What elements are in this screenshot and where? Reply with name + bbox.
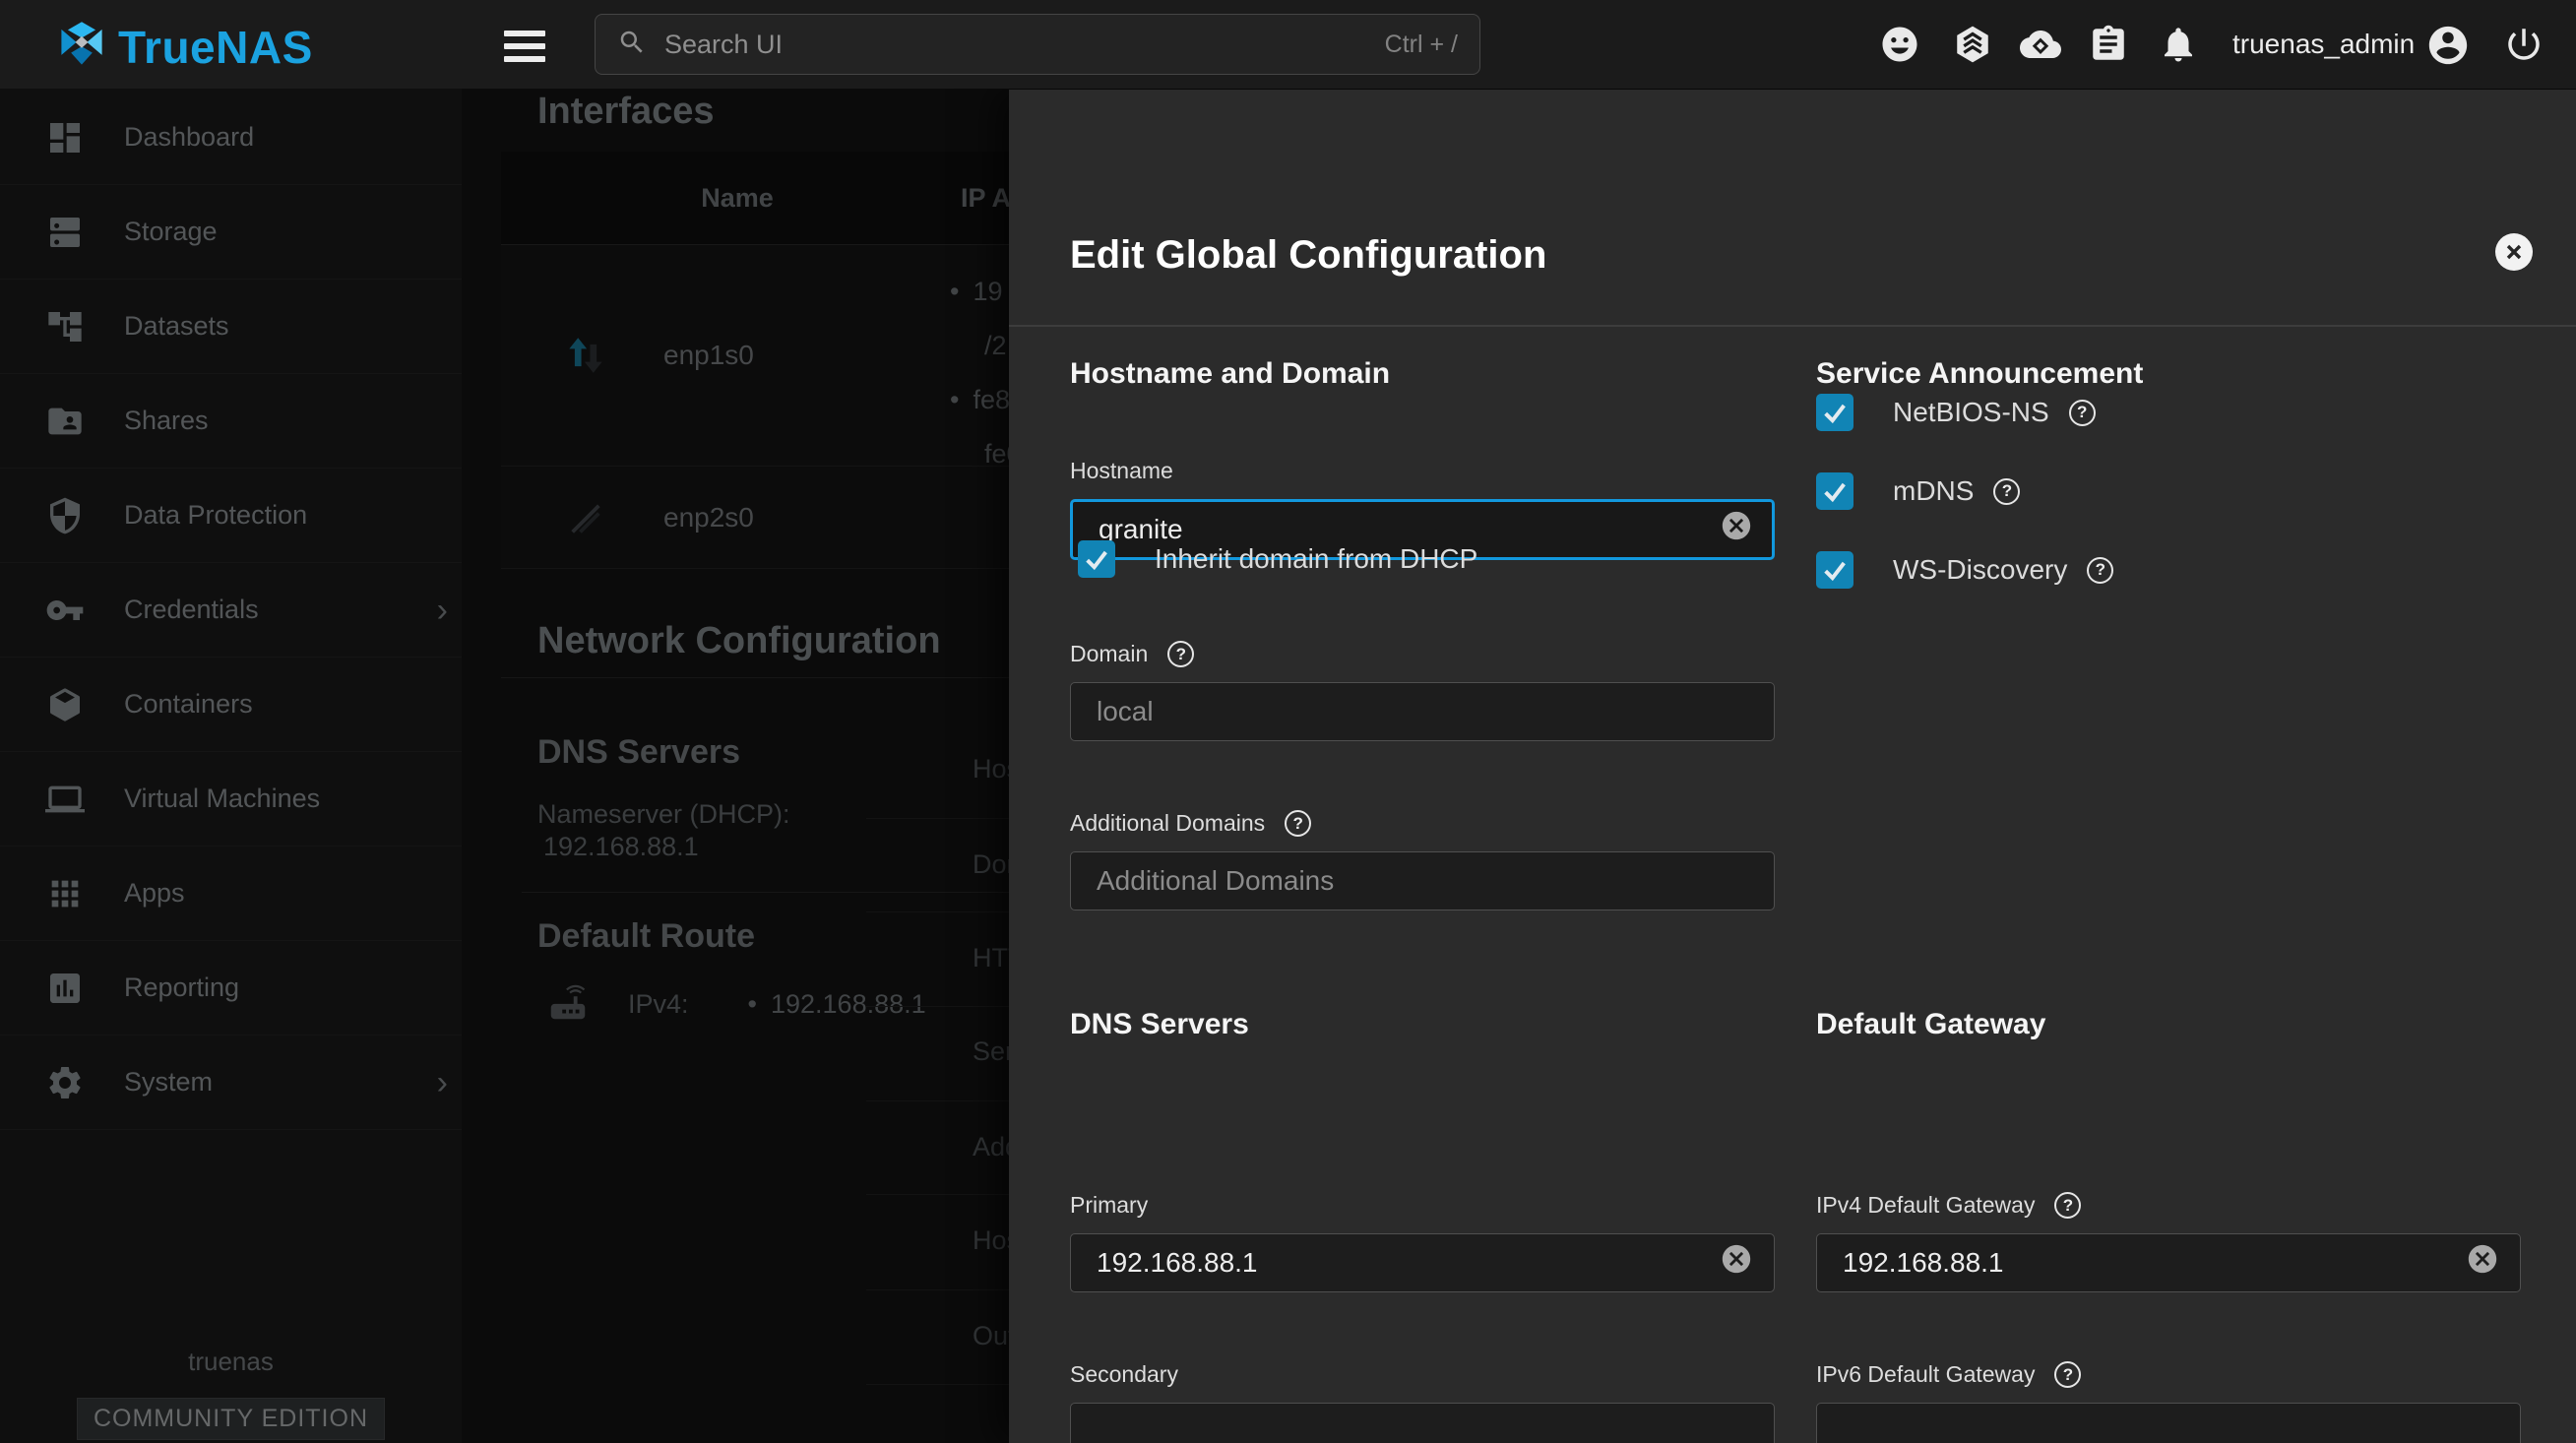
help-icon[interactable]: [1993, 478, 2020, 505]
inherit-domain-label: Inherit domain from DHCP: [1155, 543, 1477, 575]
netbios-label: NetBIOS-NS: [1893, 397, 2049, 428]
help-icon[interactable]: [2054, 1361, 2081, 1388]
help-icon[interactable]: [1285, 810, 1311, 837]
hostname-domain-section-title: Hostname and Domain: [1070, 357, 1390, 391]
help-icon[interactable]: [2087, 557, 2113, 584]
feedback-smiley-icon[interactable]: [1879, 24, 1920, 65]
truecommand-icon[interactable]: [1952, 24, 1993, 65]
secondary-dns-input[interactable]: [1070, 1403, 1775, 1443]
mdns-label: mDNS: [1893, 475, 1974, 507]
domain-label: Domain: [1070, 641, 1148, 667]
ws-discovery-checkbox[interactable]: [1816, 551, 1853, 589]
primary-dns-field: Primary: [1070, 1192, 1775, 1292]
inherit-domain-row: Inherit domain from DHCP: [1078, 540, 1477, 578]
domain-input[interactable]: [1070, 682, 1775, 741]
ipv6-gateway-label: IPv6 Default Gateway: [1816, 1361, 2035, 1388]
help-icon[interactable]: [2054, 1192, 2081, 1219]
ws-discovery-label: WS-Discovery: [1893, 554, 2067, 586]
alerts-bell-icon[interactable]: [2158, 24, 2199, 65]
help-icon[interactable]: [1167, 641, 1194, 667]
search-input[interactable]: [662, 29, 1385, 61]
secondary-dns-field: Secondary: [1070, 1361, 1775, 1443]
menu-toggle-icon[interactable]: [504, 31, 545, 62]
jobs-clipboard-icon[interactable]: [2088, 24, 2129, 65]
inherit-domain-checkbox[interactable]: [1078, 540, 1115, 578]
cloud-sync-icon[interactable]: [2020, 24, 2061, 65]
clear-icon[interactable]: [2466, 1242, 2499, 1276]
modal-title: Edit Global Configuration: [1070, 233, 1546, 278]
clear-icon[interactable]: [1720, 509, 1753, 542]
ipv4-gateway-field: IPv4 Default Gateway: [1816, 1192, 2521, 1292]
logo-wordmark[interactable]: TrueNAS: [118, 21, 313, 74]
additional-domains-input[interactable]: [1070, 851, 1775, 910]
service-announcement-section-title: Service Announcement: [1816, 357, 2143, 391]
search-box[interactable]: Ctrl + /: [595, 14, 1480, 75]
hostname-label: Hostname: [1070, 458, 1173, 484]
secondary-label: Secondary: [1070, 1361, 1178, 1388]
username-label[interactable]: truenas_admin: [2232, 0, 2415, 89]
ipv4-gateway-label: IPv4 Default Gateway: [1816, 1192, 2035, 1219]
netbios-checkbox[interactable]: [1816, 394, 1853, 431]
domain-field: Domain: [1070, 641, 1775, 741]
help-icon[interactable]: [2069, 400, 2096, 426]
additional-domains-field: Additional Domains: [1070, 810, 1775, 910]
app-root: TrueNAS Ctrl + /: [0, 0, 2576, 1443]
clear-icon[interactable]: [1720, 1242, 1753, 1276]
top-header: TrueNAS Ctrl + /: [0, 0, 2576, 89]
close-icon[interactable]: [2495, 233, 2533, 271]
edit-global-configuration-modal: Edit Global Configuration Hostname and D…: [1009, 90, 2576, 1443]
search-icon: [617, 28, 647, 62]
search-shortcut: Ctrl + /: [1385, 31, 1458, 59]
ws-discovery-row: WS-Discovery: [1816, 551, 2113, 589]
mdns-checkbox[interactable]: [1816, 472, 1853, 510]
additional-domains-label: Additional Domains: [1070, 810, 1265, 837]
power-icon[interactable]: [2503, 24, 2545, 65]
primary-dns-input[interactable]: [1070, 1233, 1775, 1292]
account-avatar-icon[interactable]: [2425, 23, 2467, 64]
dns-section-title: DNS Servers: [1070, 1008, 1249, 1041]
ipv6-gateway-field: IPv6 Default Gateway: [1816, 1361, 2521, 1443]
netbios-row: NetBIOS-NS: [1816, 394, 2096, 431]
truenas-logo-icon[interactable]: [56, 19, 107, 75]
primary-label: Primary: [1070, 1192, 1148, 1219]
ipv4-gateway-input[interactable]: [1816, 1233, 2521, 1292]
mdns-row: mDNS: [1816, 472, 2020, 510]
ipv6-gateway-input[interactable]: [1816, 1403, 2521, 1443]
gateway-section-title: Default Gateway: [1816, 1008, 2045, 1041]
